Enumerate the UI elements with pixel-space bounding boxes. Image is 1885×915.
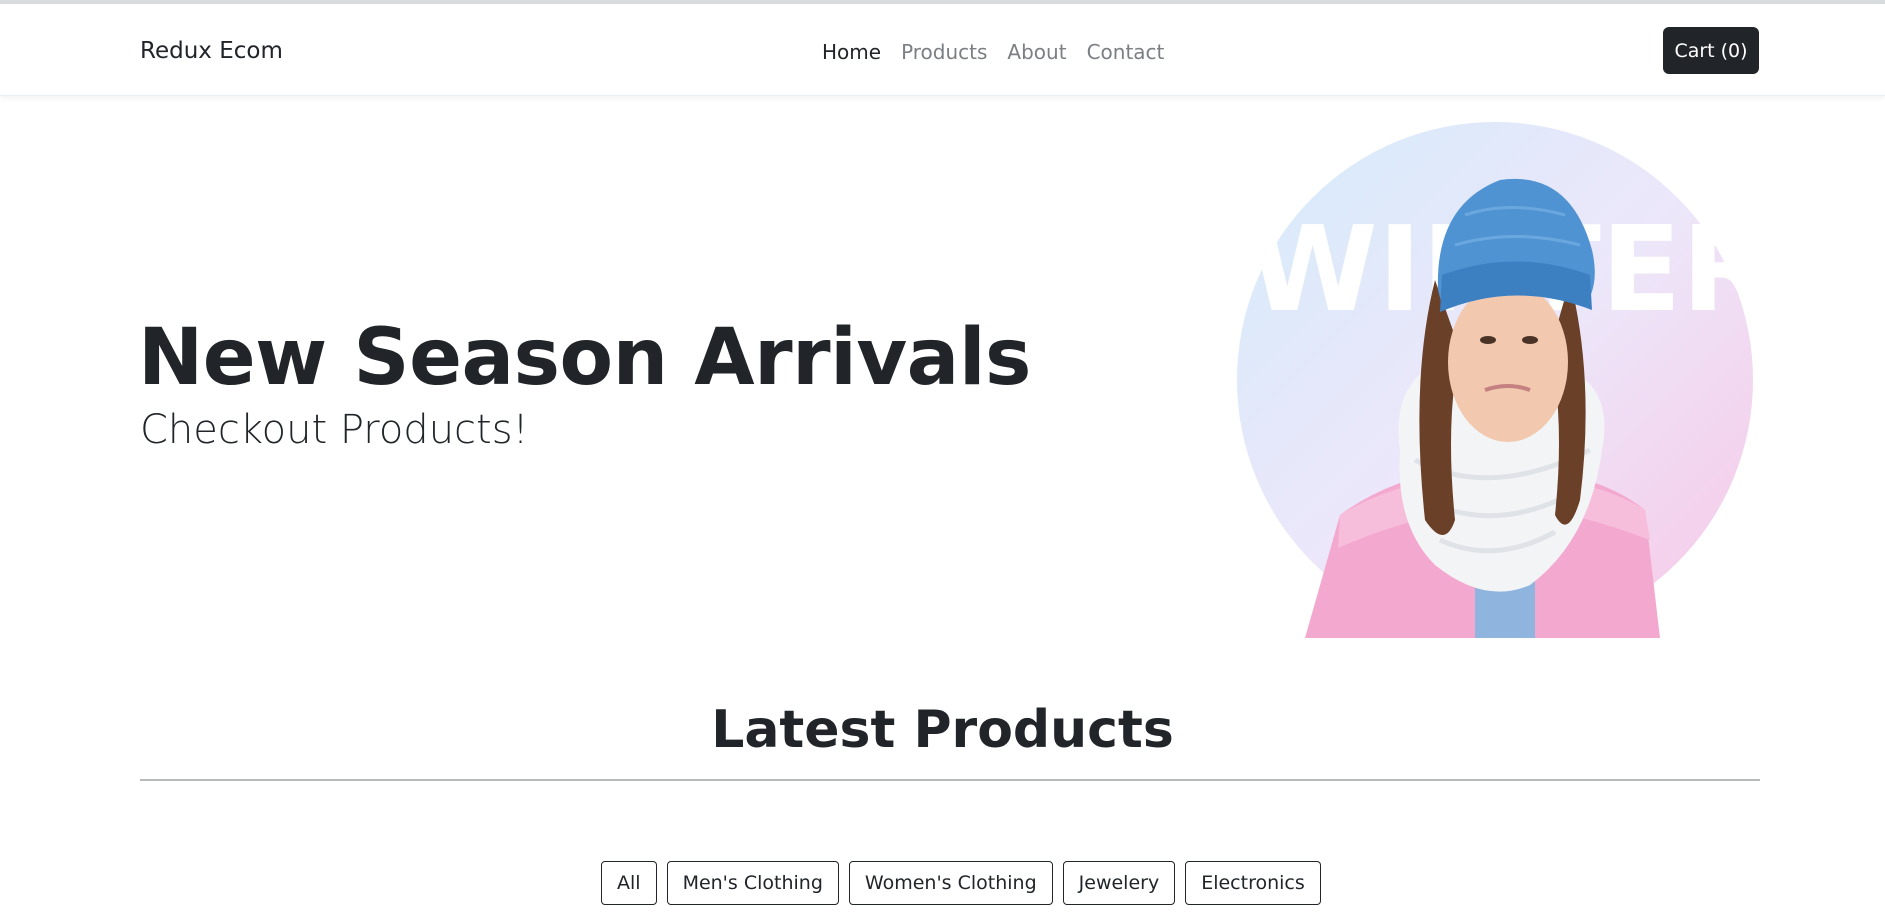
nav-link-contact[interactable]: Contact [1087,40,1165,64]
winter-model-illustration: WINTER [1237,122,1760,638]
nav-link-about[interactable]: About [1007,40,1066,64]
filter-electronics-button[interactable]: Electronics [1185,861,1321,905]
brand-logo[interactable]: Redux Ecom [140,38,283,64]
hero-title: New Season Arrivals [138,313,1031,403]
hero-subtitle: Checkout Products! [140,407,529,453]
navbar: Redux Ecom Home Products About Contact C… [0,4,1885,96]
cart-button[interactable]: Cart (0) [1663,27,1759,74]
hero-image: WINTER [1230,120,1760,640]
nav-link-home[interactable]: Home [822,40,881,64]
filter-mens-clothing-button[interactable]: Men's Clothing [666,861,839,905]
nav-links: Home Products About Contact [822,40,1164,64]
filter-jewelery-button[interactable]: Jewelery [1062,861,1176,905]
nav-link-products[interactable]: Products [901,40,987,64]
filter-all-button[interactable]: All [601,861,657,905]
divider [140,779,1760,781]
section-title: Latest Products [711,700,1174,760]
filter-womens-clothing-button[interactable]: Women's Clothing [848,861,1053,905]
category-filters: All Men's Clothing Women's Clothing Jewe… [601,861,1321,905]
